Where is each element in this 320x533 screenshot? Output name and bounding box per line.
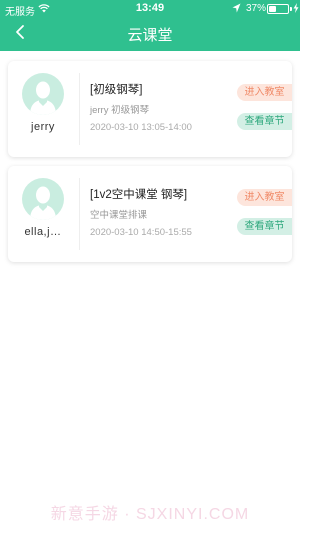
enter-classroom-button[interactable]: 进入教室	[237, 189, 292, 206]
course-subtitle: 空中课堂排课	[90, 210, 148, 221]
teacher-name: jerry	[31, 121, 55, 133]
view-chapters-button[interactable]: 查看章节	[237, 218, 292, 235]
teacher-name: ella,j…	[24, 226, 62, 238]
battery-percent: 37%	[246, 3, 267, 14]
course-title: [初级钢琴]	[90, 84, 143, 96]
course-subtitle: jerry 初级钢琴	[90, 105, 150, 116]
course-title: [1v2空中课堂 钢琴]	[90, 189, 188, 201]
status-bar: 无服务 13:49 37%	[0, 0, 300, 18]
top-bar: 无服务 13:49 37% 云课堂	[0, 0, 300, 51]
battery-icon	[267, 4, 289, 14]
course-card: ella,j… [1v2空中课堂 钢琴] 空中课堂排课 2020-03-10 1…	[8, 166, 292, 262]
view-chapters-button[interactable]: 查看章节	[237, 113, 292, 130]
card-divider	[79, 178, 80, 250]
user-avatar-icon	[22, 178, 64, 220]
page-title: 云课堂	[127, 27, 173, 44]
course-time: 2020-03-10 14:50-15:55	[90, 227, 192, 238]
course-card: jerry [初级钢琴] jerry 初级钢琴 2020-03-10 13:05…	[8, 61, 292, 157]
card-divider	[79, 73, 80, 145]
course-time: 2020-03-10 13:05-14:00	[90, 122, 192, 133]
enter-classroom-button[interactable]: 进入教室	[237, 84, 292, 101]
charging-bolt-icon	[293, 3, 299, 13]
battery-tip	[290, 7, 292, 11]
watermark: 新意手游 · SJXINYI.COM	[50, 506, 250, 523]
location-arrow-icon	[232, 3, 241, 13]
user-avatar-icon	[22, 73, 64, 115]
